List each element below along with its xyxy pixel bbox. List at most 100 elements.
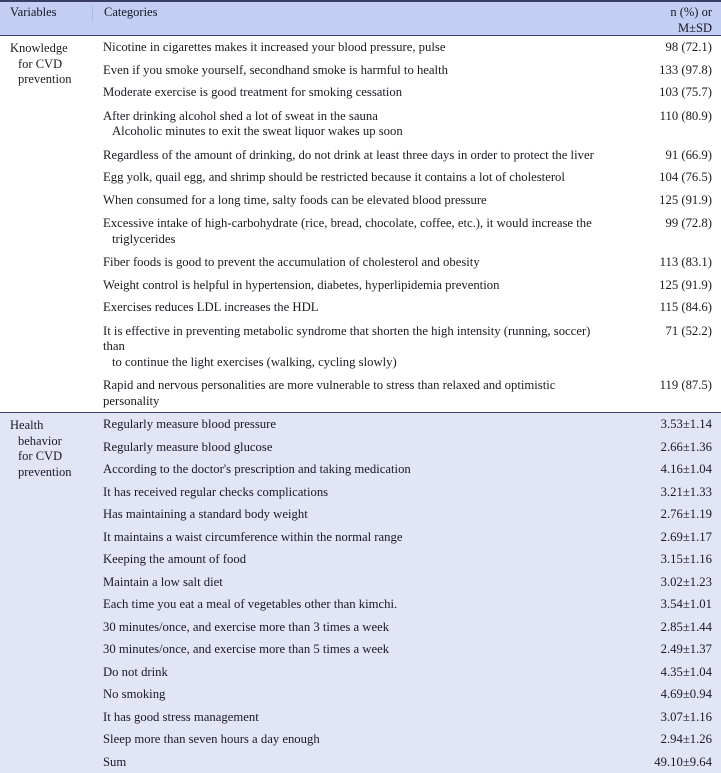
table-row: Sum 49.10±9.64 [92, 751, 721, 773]
variable-label-line: prevention [10, 72, 92, 88]
row-category: After drinking alcohol shed a lot of swe… [92, 109, 620, 140]
variable-label-line: for CVD [10, 449, 92, 465]
table-row: Do not drink4.35±1.04 [92, 661, 721, 684]
row-value: 2.76±1.19 [620, 507, 721, 523]
row-category: It has received regular checks complicat… [92, 485, 620, 501]
table-row: After drinking alcohol shed a lot of swe… [92, 104, 721, 144]
row-category-text: It maintains a waist circumference withi… [103, 530, 402, 544]
row-category: According to the doctor's prescription a… [92, 462, 620, 478]
column-header-value-line1: n (%) or [670, 5, 712, 19]
row-category-text: Sleep more than seven hours a day enough [103, 732, 320, 746]
variable-label-line: behavior [10, 434, 92, 450]
row-value: 2.85±1.44 [620, 620, 721, 636]
row-category: Regularly measure blood pressure [92, 417, 620, 433]
table-row: 30 minutes/once, and exercise more than … [92, 616, 721, 639]
row-category-text: According to the doctor's prescription a… [103, 462, 411, 476]
row-value: 99 (72.8) [620, 216, 721, 232]
table-row: Egg yolk, quail egg, and shrimp should b… [92, 166, 721, 189]
section-rows: Nicotine in cigarettes makes it increase… [92, 36, 721, 412]
row-category-text: Has maintaining a standard body weight [103, 507, 308, 521]
row-value: 4.69±0.94 [620, 687, 721, 703]
row-category-text: Regardless of the amount of drinking, do… [103, 148, 594, 162]
column-header-value-line2: M±SD [629, 21, 712, 37]
row-category-text: Maintain a low salt diet [103, 575, 223, 589]
table-row: It has received regular checks complicat… [92, 481, 721, 504]
row-category: Do not drink [92, 665, 620, 681]
table-row: It has good stress management 3.07±1.16 [92, 706, 721, 729]
row-value: 4.16±1.04 [620, 462, 721, 478]
row-category: It maintains a waist circumference withi… [92, 530, 620, 546]
table-row: It is effective in preventing metabolic … [92, 319, 721, 375]
row-category-text: Keeping the amount of food [103, 552, 246, 566]
row-value: 104 (76.5) [620, 170, 721, 186]
row-value: 3.21±1.33 [620, 485, 721, 501]
row-value: 3.54±1.01 [620, 597, 721, 613]
row-value: 3.15±1.16 [620, 552, 721, 568]
row-value: 98 (72.1) [620, 40, 721, 56]
variable-label-health: Healthbehaviorfor CVDprevention [0, 413, 92, 773]
statistics-table: Variables Categories n (%) or M±SD Knowl… [0, 0, 721, 692]
table-section-health: Healthbehaviorfor CVDpreventionRegularly… [0, 412, 721, 773]
table-row: Rapid and nervous personalities are more… [92, 374, 721, 412]
row-value: 119 (87.5) [620, 378, 721, 394]
row-value: 2.94±1.26 [620, 732, 721, 748]
row-category-text: Excessive intake of high-carbohydrate (r… [103, 216, 592, 230]
table-row: Regardless of the amount of drinking, do… [92, 144, 721, 167]
row-category-text: Each time you eat a meal of vegetables o… [103, 597, 397, 611]
row-value: 3.02±1.23 [620, 575, 721, 591]
row-category: When consumed for a long time, salty foo… [92, 193, 620, 209]
table-row: Maintain a low salt diet 3.02±1.23 [92, 571, 721, 594]
row-category-continuation: to continue the light exercises (walking… [103, 355, 612, 371]
row-value: 133 (97.8) [620, 63, 721, 79]
row-category: No smoking [92, 687, 620, 703]
variable-label-line: for CVD [10, 57, 92, 73]
row-category: Nicotine in cigarettes makes it increase… [92, 40, 620, 56]
row-category-text: It has good stress management [103, 710, 259, 724]
row-category: 30 minutes/once, and exercise more than … [92, 620, 620, 636]
row-value: 125 (91.9) [620, 278, 721, 294]
row-category-text: After drinking alcohol shed a lot of swe… [103, 109, 378, 123]
row-category-text: It has received regular checks complicat… [103, 485, 328, 499]
table-row: Exercises reduces LDL increases the HDL1… [92, 296, 721, 319]
column-header-value: n (%) or M±SD [629, 5, 721, 36]
row-category-text: Nicotine in cigarettes makes it increase… [103, 40, 445, 54]
row-value: 49.10±9.64 [620, 755, 721, 771]
row-value: 115 (84.6) [620, 300, 721, 316]
row-value: 103 (75.7) [620, 85, 721, 101]
table-row: Even if you smoke yourself, secondhand s… [92, 59, 721, 82]
table-header-row: Variables Categories n (%) or M±SD [0, 0, 721, 36]
row-category: Regularly measure blood glucose [92, 440, 620, 456]
variable-label-knowledge: Knowledgefor CVDprevention [0, 36, 92, 412]
table-row: According to the doctor's prescription a… [92, 458, 721, 481]
row-category: Excessive intake of high-carbohydrate (r… [92, 216, 620, 247]
row-value: 71 (52.2) [620, 324, 721, 340]
row-category-text: Even if you smoke yourself, secondhand s… [103, 63, 448, 77]
row-category: Even if you smoke yourself, secondhand s… [92, 63, 620, 79]
table-row: Moderate exercise is good treatment for … [92, 81, 721, 104]
row-category-text: Egg yolk, quail egg, and shrimp should b… [103, 170, 565, 184]
row-value: 91 (66.9) [620, 148, 721, 164]
row-category: It is effective in preventing metabolic … [92, 324, 620, 371]
row-category: Sleep more than seven hours a day enough [92, 732, 620, 748]
variable-label-line: prevention [10, 465, 92, 481]
table-row: Regularly measure blood glucose2.66±1.36 [92, 436, 721, 459]
row-value: 3.07±1.16 [620, 710, 721, 726]
row-category: Weight control is helpful in hypertensio… [92, 278, 620, 294]
variable-label-line: Knowledge [10, 41, 92, 57]
row-category-text: Regularly measure blood glucose [103, 440, 272, 454]
table-row: Weight control is helpful in hypertensio… [92, 274, 721, 297]
row-category-continuation: triglycerides [103, 232, 612, 248]
table-row: 30 minutes/once, and exercise more than … [92, 638, 721, 661]
row-category-text: Weight control is helpful in hypertensio… [103, 278, 499, 292]
row-category-text: Sum [103, 755, 126, 769]
row-category-text: When consumed for a long time, salty foo… [103, 193, 487, 207]
table-row: Excessive intake of high-carbohydrate (r… [92, 211, 721, 251]
table-row: Fiber foods is good to prevent the accum… [92, 251, 721, 274]
table-row: Regularly measure blood pressure3.53±1.1… [92, 413, 721, 436]
row-category: Sum [92, 755, 620, 771]
row-category-text: Regularly measure blood pressure [103, 417, 276, 431]
row-category-continuation: Alcoholic minutes to exit the sweat liqu… [103, 124, 612, 140]
row-value: 2.49±1.37 [620, 642, 721, 658]
row-category: Egg yolk, quail egg, and shrimp should b… [92, 170, 620, 186]
variable-label-line: Health [10, 418, 92, 434]
